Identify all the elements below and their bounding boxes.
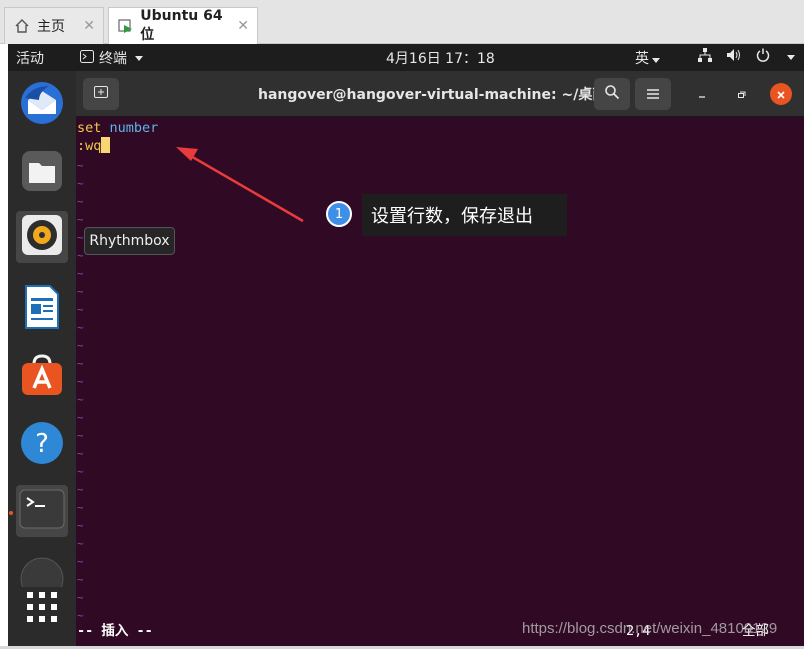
input-method-label: 英: [635, 51, 649, 67]
app-grid-icon: [25, 590, 59, 628]
dock-item-software[interactable]: [16, 351, 68, 403]
tilde-marker: ~: [77, 375, 84, 388]
vim-set-command: set: [77, 120, 102, 136]
vim-option-number: number: [109, 120, 159, 136]
minimize-button[interactable]: [690, 78, 714, 110]
terminal-icon: [19, 489, 65, 533]
text-cursor: [101, 137, 111, 153]
tilde-marker: ~: [77, 591, 84, 604]
dock-item-thunderbird[interactable]: [16, 79, 68, 131]
vim-write-quit: :wq: [77, 138, 102, 154]
tilde-marker: ~: [77, 411, 84, 424]
tilde-marker: ~: [77, 339, 84, 352]
tilde-marker: ~: [77, 573, 84, 586]
annotation-callout: 设置行数，保存退出: [362, 194, 567, 236]
chevron-down-icon: [135, 55, 143, 61]
tilde-marker: ~: [77, 213, 84, 226]
rhythmbox-icon: [20, 213, 64, 261]
gnome-top-bar: 活动 终端 4月16日 17：18 英: [8, 44, 804, 71]
network-icon: [698, 48, 712, 66]
close-icon: [776, 85, 786, 104]
host-tab-strip: 主页 ✕ Ubuntu 64 位 ✕: [0, 0, 804, 44]
dock-item-writer[interactable]: [16, 283, 68, 335]
clock[interactable]: 4月16日 17：18: [386, 48, 495, 68]
window-title: hangover@hangover-virtual-machine: ~/桌面: [258, 87, 607, 103]
tilde-marker: ~: [77, 501, 84, 514]
dock-item-terminal[interactable]: [16, 485, 68, 537]
running-indicator: [9, 511, 13, 515]
help-icon: ?: [19, 420, 65, 470]
thunderbird-icon: [19, 80, 65, 130]
tab-home[interactable]: 主页 ✕: [4, 7, 104, 44]
maximize-icon: [736, 85, 746, 104]
input-method-indicator[interactable]: 英: [635, 48, 660, 68]
close-button[interactable]: [770, 83, 792, 105]
dock: ?: [8, 71, 76, 649]
tilde-marker: ~: [77, 357, 84, 370]
activities-button[interactable]: 活动: [16, 48, 44, 68]
system-tray[interactable]: [698, 48, 795, 66]
tilde-marker: ~: [77, 303, 84, 316]
close-icon[interactable]: ✕: [237, 18, 249, 34]
terminal-small-icon: [80, 49, 94, 67]
dock-item-rhythmbox[interactable]: [16, 211, 68, 263]
annotation-step-badge: 1: [326, 201, 352, 227]
show-applications-button[interactable]: [16, 583, 68, 635]
tilde-marker: ~: [77, 555, 84, 568]
tilde-marker: ~: [77, 465, 84, 478]
terminal-headerbar: hangover@hangover-virtual-machine: ~/桌面: [76, 71, 804, 117]
home-icon: [13, 17, 31, 35]
dock-item-help[interactable]: ?: [16, 419, 68, 471]
chevron-down-icon: [652, 58, 660, 63]
software-icon: [19, 352, 65, 402]
tilde-marker: ~: [77, 519, 84, 532]
vim-mode-indicator: -- 插入 --: [77, 623, 153, 639]
minimize-icon: [697, 85, 707, 104]
writer-icon: [22, 284, 62, 334]
tilde-marker: ~: [77, 159, 84, 172]
editor-line-2: :wq: [77, 137, 111, 155]
tilde-marker: ~: [77, 195, 84, 208]
tilde-marker: ~: [77, 231, 84, 244]
tilde-marker: ~: [77, 537, 84, 550]
search-button[interactable]: [594, 78, 630, 110]
tilde-marker: ~: [77, 177, 84, 190]
tilde-marker: ~: [77, 321, 84, 334]
close-icon[interactable]: ✕: [83, 18, 95, 34]
menu-button[interactable]: [635, 78, 671, 110]
tilde-marker: ~: [77, 429, 84, 442]
vm-icon: [117, 17, 134, 35]
tilde-marker: ~: [77, 249, 84, 262]
svg-text:?: ?: [35, 429, 49, 459]
app-menu-label: 终端: [99, 51, 127, 67]
tilde-marker: ~: [77, 447, 84, 460]
search-icon: [604, 84, 620, 104]
tilde-marker: ~: [77, 285, 84, 298]
app-menu[interactable]: 终端: [80, 48, 143, 68]
tilde-marker: ~: [77, 393, 84, 406]
maximize-button[interactable]: [729, 78, 753, 110]
dock-item-files[interactable]: [16, 147, 68, 199]
tab-ubuntu-label: Ubuntu 64 位: [140, 8, 223, 43]
tab-home-label: 主页: [37, 19, 65, 35]
new-tab-icon: [93, 84, 109, 104]
watermark: https://blog.csdn.net/weixin_48100129: [522, 620, 778, 637]
volume-icon: [726, 48, 742, 66]
power-icon: [756, 48, 770, 66]
chevron-down-icon: [787, 54, 795, 60]
hamburger-icon: [646, 85, 660, 104]
new-tab-button[interactable]: [83, 78, 119, 110]
tab-ubuntu[interactable]: Ubuntu 64 位 ✕: [108, 7, 258, 44]
files-icon: [20, 149, 64, 197]
tilde-marker: ~: [77, 267, 84, 280]
tilde-marker: ~: [77, 483, 84, 496]
editor-line-1: set number: [77, 119, 158, 137]
dock-tooltip: Rhythmbox: [84, 227, 175, 255]
